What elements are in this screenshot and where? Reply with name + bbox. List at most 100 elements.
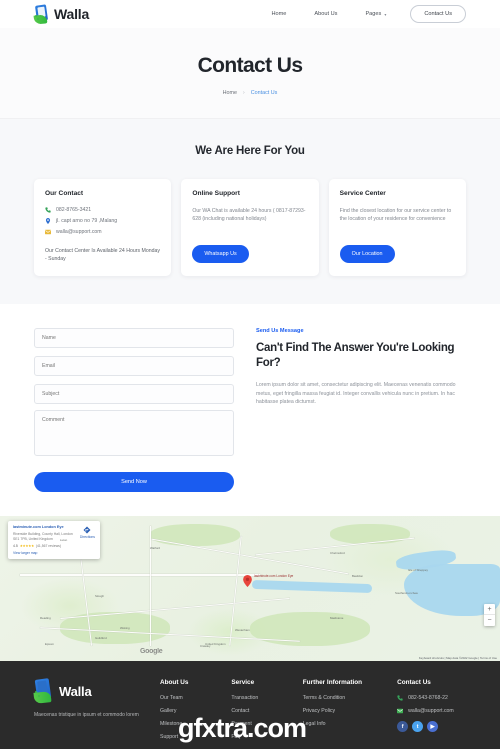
phone-icon <box>45 207 51 213</box>
footer-column-title: About Us <box>160 679 189 687</box>
contact-hours-note: Our Contact Center Is Available 24 Hours… <box>45 248 160 263</box>
map-city-label: Isle of Sheppey <box>408 568 428 573</box>
whatsapp-us-button[interactable]: Whatsapp Us <box>192 245 249 264</box>
map-city-label: Basildon <box>352 574 364 579</box>
chevron-down-icon: ▾ <box>384 11 387 17</box>
zoom-in-button[interactable]: + <box>484 604 495 616</box>
comment-textarea[interactable] <box>34 410 234 457</box>
footer-link-faq[interactable]: Faq <box>231 734 288 740</box>
message-info-block: Send Us Message Can't Find The Answer Yo… <box>256 326 466 492</box>
stars-icon: ★★★★★ <box>19 544 34 549</box>
map-city-label: Guildford <box>95 636 107 641</box>
subject-input[interactable] <box>34 384 234 405</box>
page-title: Contact Us <box>197 54 303 77</box>
name-input[interactable] <box>34 328 234 349</box>
footer-column-title: Contact Us <box>397 679 431 687</box>
footer-link-privacy-policy[interactable]: Privacy Policy <box>303 708 383 714</box>
message-heading: Can't Find The Answer You're Looking For… <box>256 342 455 369</box>
header-contact-us-button[interactable]: Contact Us <box>410 5 466 23</box>
breadcrumb-home[interactable]: Home <box>223 90 237 96</box>
footer-link-payment[interactable]: Payment <box>231 721 288 727</box>
nav-item-home[interactable]: Home <box>258 11 301 17</box>
footer-link-contact[interactable]: Contact <box>231 708 288 714</box>
contact-page: Walla Home About Us Pages ▾ Contact Us C… <box>0 0 500 749</box>
footer-phone-row[interactable]: 082-543-8768-22 <box>397 695 466 701</box>
footer-column-contact-us: Contact Us 082-543-8768-22 walla@support… <box>397 679 466 747</box>
map-city-label: United Kingdom <box>205 642 226 647</box>
breadcrumb: Home › Contact Us <box>0 90 500 96</box>
card-our-contact: Our Contact 082-8765-3421 jl. capt arno … <box>34 179 172 277</box>
phone-value: 082-8765-3421 <box>56 207 92 213</box>
nav-label: Home <box>271 11 287 17</box>
footer-link-transaction[interactable]: Transaction <box>231 695 288 701</box>
map-city-label: Epsom <box>45 642 54 647</box>
mail-icon <box>45 229 51 235</box>
walla-logo-icon <box>33 678 54 704</box>
location-map[interactable]: lastminute.com London Eye Riverside Buil… <box>0 516 500 662</box>
map-city-label: Watford <box>150 546 161 551</box>
brand-logo[interactable]: Walla <box>33 3 89 25</box>
footer-email-value: walla@support.com <box>408 708 454 715</box>
location-pin-icon <box>45 218 51 224</box>
social-links: f t ▶ <box>397 721 466 733</box>
site-header: Walla Home About Us Pages ▾ Contact Us <box>0 0 500 28</box>
map-attribution: Keyboard shortcuts | Map data ©2022 Goog… <box>418 656 497 661</box>
address-value: jl. capt arno no 79 ,Malang <box>56 218 118 224</box>
footer-link-gallery[interactable]: Gallery <box>160 708 217 714</box>
map-marker-label: lastminute.com London Eye <box>254 574 294 579</box>
facebook-icon[interactable]: f <box>397 721 409 733</box>
reviews-count: (41,567 reviews) <box>35 544 61 549</box>
directions-button[interactable]: Directions <box>80 525 95 540</box>
footer-brand-block: Walla Maecenas tristique in ipsum et com… <box>33 678 146 747</box>
contact-form-section: Send Now Send Us Message Can't Find The … <box>0 304 500 517</box>
message-paragraph: Lorem ipsum dolor sit amet, consectetur … <box>256 381 456 406</box>
footer-link-milestone[interactable]: Milestone <box>160 721 217 727</box>
contact-address-row: jl. capt arno no 79 ,Malang <box>45 218 160 224</box>
map-city-label: Southend-on-Sea <box>395 591 418 596</box>
card-online-support: Online Support Our WA Chat is available … <box>181 179 319 277</box>
youtube-icon[interactable]: ▶ <box>427 721 439 733</box>
card-title: Service Center <box>339 190 386 197</box>
map-city-label: Reading <box>40 616 51 621</box>
zoom-out-button[interactable]: − <box>484 615 495 626</box>
phone-icon <box>397 695 403 701</box>
contact-phone-row: 082-8765-3421 <box>45 207 160 213</box>
nav-item-about-us[interactable]: About Us <box>300 11 351 17</box>
contact-form: Send Now <box>34 326 234 493</box>
nav-item-pages[interactable]: Pages ▾ <box>351 11 400 17</box>
card-body: Our WA Chat is available 24 hours ( 0817… <box>192 208 306 223</box>
map-city-label: Woking <box>120 626 130 631</box>
view-larger-map-link[interactable]: View larger map <box>13 551 76 556</box>
footer-link-our-team[interactable]: Our Team <box>160 695 217 701</box>
rating-value: 4.5 <box>13 544 18 549</box>
send-now-button[interactable]: Send Now <box>34 472 234 493</box>
place-title[interactable]: lastminute.com London Eye <box>13 525 76 531</box>
footer-column-service: Service Transaction Contact Payment Faq <box>231 679 288 747</box>
map-marker-icon[interactable] <box>243 575 252 588</box>
email-input[interactable] <box>34 356 234 377</box>
map-city-label: Chelmsford <box>330 551 345 556</box>
map-city-label: Slough <box>95 594 105 599</box>
card-title: Online Support <box>192 190 240 197</box>
footer-link-legal-info[interactable]: Legal Info <box>303 721 383 727</box>
twitter-icon[interactable]: t <box>412 721 424 733</box>
map-zoom-controls[interactable]: + − <box>484 604 495 627</box>
nav-label: About Us <box>314 11 338 17</box>
site-footer: gfxtra.com Walla Maecenas tristique in i… <box>0 661 500 749</box>
footer-email-row[interactable]: walla@support.com <box>397 708 466 714</box>
footer-column-about-us: About Us Our Team Gallery Milestone Supp… <box>160 679 217 747</box>
map-place-card: lastminute.com London Eye Riverside Buil… <box>8 521 100 560</box>
mail-icon <box>397 708 404 714</box>
footer-column-further-information: Further Information Terms & Condition Pr… <box>303 679 383 747</box>
walla-logo-icon <box>33 3 50 25</box>
contact-email-row: walla@support.com <box>45 229 160 235</box>
footer-description: Maecenas tristique in ipsum et commodo l… <box>34 712 139 719</box>
section-heading: We Are Here For You <box>195 145 305 157</box>
footer-link-support[interactable]: Support <box>160 734 217 740</box>
footer-column-title: Service <box>231 679 255 687</box>
footer-link-terms-condition[interactable]: Terms & Condition <box>303 695 383 701</box>
our-location-button[interactable]: Our Location <box>339 245 395 264</box>
footer-column-title: Further Information <box>302 679 363 687</box>
footer-phone-value: 082-543-8768-22 <box>408 695 448 702</box>
google-logo: Google <box>140 648 163 656</box>
